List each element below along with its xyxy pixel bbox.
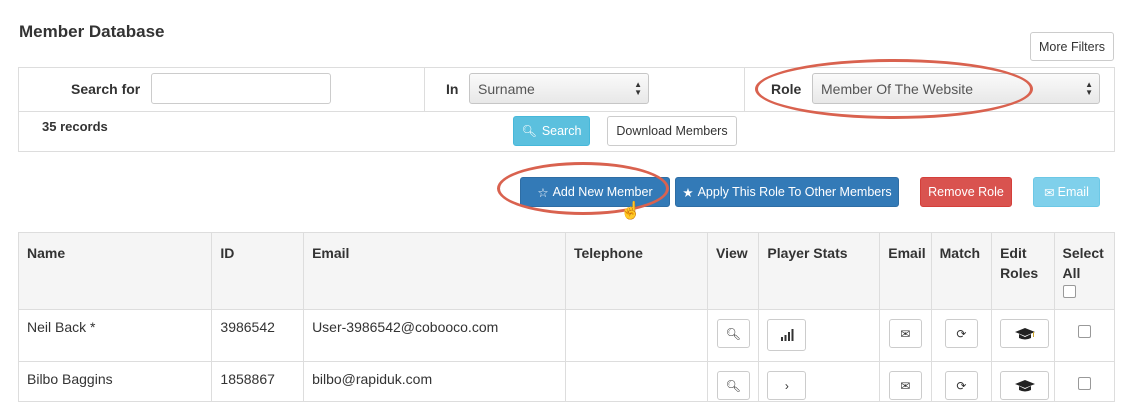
select-arrows-icon: ▲ ▼ — [634, 80, 642, 97]
member-name: Neil Back * — [17, 309, 213, 362]
row-select-checkbox[interactable] — [1077, 325, 1091, 338]
select-all-checkbox[interactable] — [1062, 285, 1076, 298]
member-telephone — [564, 361, 709, 402]
role-label: Role — [771, 81, 802, 97]
hand-cursor-icon: ☝ — [620, 201, 642, 220]
select-all-line2: All — [1062, 265, 1081, 281]
download-members-button[interactable]: Download Members — [607, 116, 737, 146]
chevron-right-icon: › — [784, 378, 789, 393]
col-select-all-header: Select All — [1053, 232, 1116, 310]
edit-roles-cell — [991, 309, 1055, 362]
edit-roles-button[interactable] — [1000, 371, 1050, 400]
in-label: In — [446, 81, 459, 97]
table-header-row: Name ID Email Telephone View Player Stat… — [17, 232, 1116, 310]
col-view-header: View — [706, 232, 760, 310]
search-icon: 🔍︎ — [521, 124, 537, 138]
search-for-label: Search for — [71, 81, 141, 97]
divider — [744, 68, 745, 111]
player-stats-button[interactable] — [767, 319, 807, 351]
divider — [424, 68, 425, 111]
col-edit-roles-header: Edit Roles — [991, 232, 1055, 310]
edit-roles-button[interactable] — [1000, 319, 1050, 348]
refresh-icon: ⟳ — [956, 378, 967, 393]
match-cell: ⟳ — [930, 361, 993, 402]
edit-roles-line2: Roles — [1000, 265, 1039, 281]
apply-role-button[interactable]: ★ Apply This Role To Other Members — [675, 177, 899, 207]
edit-roles-cell — [991, 361, 1055, 402]
star-icon: ★ — [682, 185, 694, 200]
player-stats-button[interactable]: › — [767, 371, 807, 400]
edit-roles-line1: Edit — [1000, 245, 1027, 261]
remove-role-button[interactable]: Remove Role — [920, 177, 1012, 207]
graduation-cap-icon — [1014, 379, 1035, 391]
email-member-button[interactable]: ✉ — [888, 319, 922, 348]
magnifier-icon: 🔍︎ — [725, 378, 741, 393]
search-button-label: Search — [541, 124, 582, 138]
email-action-cell: ✉ — [879, 361, 932, 402]
table-row: Bilbo Baggins 1858867 bilbo@rapiduk.com … — [17, 361, 1116, 402]
apply-role-label: Apply This Role To Other Members — [697, 185, 892, 199]
player-stats-cell — [758, 309, 881, 362]
match-button[interactable]: ⟳ — [944, 319, 978, 348]
envelope-icon: ✉ — [1044, 185, 1055, 200]
table-row: Neil Back * 3986542 User-3986542@cobooco… — [17, 309, 1116, 362]
col-email-action-header: Email — [879, 232, 932, 310]
email-member-button[interactable]: ✉ — [888, 371, 922, 400]
search-input[interactable] — [151, 73, 331, 104]
member-email: User-3986542@cobooco.com — [303, 309, 566, 362]
more-filters-button[interactable]: More Filters — [1030, 32, 1114, 61]
role-selected: Member Of The Website — [821, 80, 973, 97]
graduation-cap-icon — [1014, 327, 1035, 339]
star-outline-icon: ☆ — [537, 185, 549, 200]
members-table: Name ID Email Telephone View Player Stat… — [17, 232, 1116, 402]
match-cell: ⟳ — [930, 309, 993, 362]
col-id-header[interactable]: ID — [211, 232, 305, 310]
select-all-line1: Select — [1062, 245, 1104, 261]
bar-chart-icon — [780, 329, 794, 341]
col-telephone-header[interactable]: Telephone — [564, 232, 709, 310]
add-new-member-button[interactable]: ☆ Add New Member — [520, 177, 670, 207]
select-cell — [1053, 309, 1116, 362]
divider — [19, 111, 1114, 112]
email-button-label: Email — [1057, 185, 1089, 199]
col-player-stats-header: Player Stats — [758, 232, 881, 310]
refresh-icon: ⟳ — [956, 326, 967, 341]
search-button[interactable]: 🔍︎ Search — [513, 116, 590, 146]
match-button[interactable]: ⟳ — [944, 371, 978, 400]
member-telephone — [564, 309, 709, 362]
email-button[interactable]: ✉ Email — [1033, 177, 1100, 207]
search-field-select[interactable]: Surname ▲ ▼ — [469, 73, 649, 104]
col-match-header: Match — [930, 232, 993, 310]
member-id: 1858867 — [211, 361, 305, 402]
envelope-icon: ✉ — [900, 378, 911, 393]
member-id: 3986542 — [211, 309, 305, 362]
add-new-member-label: Add New Member — [552, 185, 653, 199]
select-arrows-icon: ▲ ▼ — [1085, 80, 1093, 97]
email-action-cell: ✉ — [879, 309, 932, 362]
view-cell: 🔍︎ — [706, 361, 760, 402]
envelope-icon: ✉ — [900, 326, 911, 341]
member-email: bilbo@rapiduk.com — [303, 361, 566, 402]
select-cell — [1053, 361, 1116, 402]
search-field-selected: Surname — [478, 80, 535, 97]
role-select[interactable]: Member Of The Website ▲ ▼ — [812, 73, 1100, 104]
records-count: 35 records — [42, 119, 108, 134]
view-member-button[interactable]: 🔍︎ — [716, 319, 750, 348]
view-member-button[interactable]: 🔍︎ — [716, 371, 750, 400]
filter-panel: Search for In Surname ▲ ▼ Role Member Of … — [18, 67, 1115, 152]
col-email-header[interactable]: Email — [303, 232, 566, 310]
player-stats-cell: › — [758, 361, 881, 402]
page-title: Member Database — [19, 22, 165, 41]
member-name: Bilbo Baggins — [17, 361, 213, 402]
magnifier-icon: 🔍︎ — [725, 326, 741, 341]
view-cell: 🔍︎ — [706, 309, 760, 362]
col-name-header[interactable]: Name — [17, 232, 213, 310]
